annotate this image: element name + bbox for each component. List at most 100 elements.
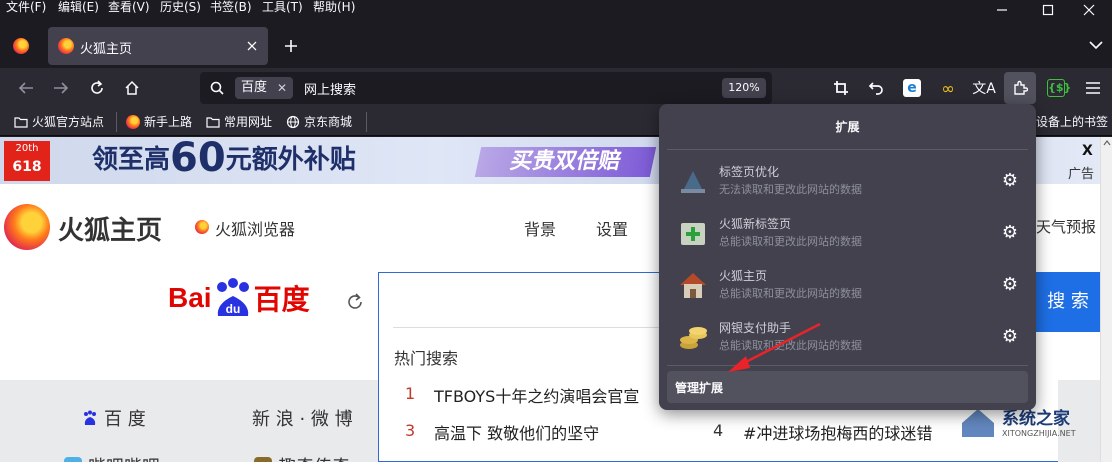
search-button[interactable]: 搜 索 bbox=[1036, 272, 1100, 332]
bookmark-label: 常用网址 bbox=[224, 115, 273, 129]
extension-permission: 无法读取和更改此网站的数据 bbox=[719, 183, 862, 196]
hot-item[interactable]: TFBOYS十年之约演唱会官宣 bbox=[434, 383, 639, 407]
screenshot-crop-button[interactable] bbox=[825, 72, 857, 104]
maximize-icon bbox=[1042, 4, 1054, 16]
ie-icon: e bbox=[903, 79, 921, 97]
gear-icon[interactable]: ⚙ bbox=[1000, 171, 1020, 191]
home-house-icon bbox=[677, 269, 709, 301]
extension-name: 标签页优化 bbox=[719, 165, 780, 179]
browser-link[interactable]: 火狐浏览器 bbox=[215, 216, 295, 240]
quick-link-sina[interactable]: 新 浪 · 微 博 bbox=[252, 405, 353, 431]
hot-search-title: 热门搜索 bbox=[394, 349, 459, 368]
extension-item[interactable]: 火狐主页 总能读取和更改此网站的数据 ⚙ bbox=[667, 259, 1028, 311]
bookmark-item[interactable]: 新手上路 bbox=[126, 113, 192, 131]
chevron-down-icon[interactable] bbox=[1089, 41, 1103, 50]
extension-name: 火狐主页 bbox=[719, 269, 768, 283]
search-engine-chip[interactable]: 百度 ✕ bbox=[235, 77, 293, 99]
puzzle-piece-icon bbox=[1014, 80, 1028, 95]
address-bar[interactable]: 百度 ✕ 网上搜索 120% bbox=[200, 72, 772, 104]
infinity-ext-button[interactable]: ∞ bbox=[932, 72, 964, 104]
firefox-favicon-icon bbox=[126, 115, 140, 129]
quick-link-bilibili[interactable]: 哔哩哔哩 bbox=[64, 453, 160, 462]
extension-name: 火狐新标签页 bbox=[719, 217, 792, 231]
back-button[interactable] bbox=[10, 72, 42, 104]
gear-icon[interactable]: ⚙ bbox=[1000, 275, 1020, 295]
extension-item[interactable]: 火狐新标签页 总能读取和更改此网站的数据 ⚙ bbox=[667, 207, 1028, 259]
menu-help[interactable]: 帮助(H) bbox=[313, 0, 355, 14]
ie-tab-button[interactable]: e bbox=[896, 72, 928, 104]
translate-button[interactable]: 文A bbox=[968, 72, 1000, 104]
headline-suffix: 元额外补贴 bbox=[225, 145, 356, 175]
crop-icon bbox=[834, 81, 848, 95]
bookmark-separator bbox=[116, 112, 117, 132]
reload-button[interactable] bbox=[81, 72, 113, 104]
forward-button[interactable] bbox=[45, 72, 77, 104]
bookmark-item[interactable]: 火狐官方站点 bbox=[14, 113, 104, 131]
extension-item[interactable]: 标签页优化 无法读取和更改此网站的数据 ⚙ bbox=[667, 155, 1028, 207]
extensions-button[interactable] bbox=[1004, 72, 1036, 104]
hot-rank: 1 bbox=[405, 384, 416, 403]
bookmark-item[interactable]: 京东商城 bbox=[286, 113, 352, 131]
menu-edit[interactable]: 编辑(E) bbox=[58, 0, 99, 14]
tab-strip: 火狐主页 bbox=[0, 20, 1112, 68]
bilibili-icon bbox=[64, 457, 82, 462]
undo-icon bbox=[868, 82, 883, 95]
menu-bar: 文件(F) 编辑(E) 查看(V) 历史(S) 书签(B) 工具(T) 帮助(H… bbox=[0, 0, 1112, 20]
bookmark-separator bbox=[366, 112, 367, 132]
close-icon bbox=[1083, 4, 1095, 16]
quick-link-game[interactable]: 趣奇传奇 bbox=[254, 453, 350, 462]
menu-view[interactable]: 查看(V) bbox=[108, 0, 150, 14]
app-menu-button[interactable] bbox=[1077, 72, 1109, 104]
menu-file[interactable]: 文件(F) bbox=[6, 0, 46, 14]
refresh-icon[interactable] bbox=[345, 292, 365, 312]
folder-icon bbox=[14, 117, 28, 128]
menu-history[interactable]: 历史(S) bbox=[160, 0, 201, 14]
new-tab-plus-icon[interactable] bbox=[284, 39, 298, 53]
maximize-button[interactable] bbox=[1025, 0, 1071, 20]
other-bookmarks[interactable]: 设备上的书签 bbox=[1036, 113, 1108, 131]
scroll-up-icon[interactable] bbox=[1103, 140, 1111, 146]
dollar-ext-button[interactable]: {$} bbox=[1040, 72, 1072, 104]
ad-close-button[interactable]: X bbox=[1082, 143, 1093, 159]
hot-rank: 3 bbox=[405, 421, 416, 440]
weather-link[interactable]: 天气预报 bbox=[1036, 216, 1096, 237]
undo-close-button[interactable] bbox=[860, 72, 892, 104]
tab-close-icon[interactable] bbox=[247, 41, 257, 51]
chip-close-icon[interactable]: ✕ bbox=[277, 77, 287, 99]
banner-headline: 领至高 60 元额外补贴 bbox=[92, 138, 356, 178]
gear-icon[interactable]: ⚙ bbox=[1000, 327, 1020, 347]
bookmark-item[interactable]: 常用网址 bbox=[206, 113, 272, 131]
hot-item[interactable]: #冲进球场抱梅西的球迷错 bbox=[743, 420, 932, 444]
nav-settings-link[interactable]: 设置 bbox=[596, 216, 628, 240]
baidu-logo-text: 百度 bbox=[253, 283, 310, 316]
home-button[interactable] bbox=[116, 72, 148, 104]
manage-extensions-label: 管理扩展 bbox=[675, 381, 724, 395]
site-logo-text[interactable]: 火狐主页 bbox=[58, 210, 162, 247]
quick-link-label: 趣奇传奇 bbox=[278, 453, 350, 462]
zoom-reset-button[interactable]: 120% bbox=[722, 78, 766, 98]
baidu-logo[interactable]: Bai du 百度 bbox=[168, 278, 310, 318]
headline-number: 60 bbox=[170, 137, 226, 181]
url-placeholder: 网上搜索 bbox=[304, 83, 357, 98]
page-scrollbar[interactable] bbox=[1100, 137, 1112, 462]
close-window-button[interactable] bbox=[1066, 0, 1112, 20]
anniversary-badge: 20th 618 bbox=[4, 141, 50, 181]
tab-title: 火狐主页 bbox=[80, 42, 133, 57]
translate-icon: 文A bbox=[972, 81, 996, 97]
quick-link-label: 哔哩哔哩 bbox=[88, 453, 160, 462]
baidu-bai-text: Bai bbox=[168, 282, 212, 313]
quick-link-baidu[interactable]: 百 度 bbox=[82, 405, 146, 431]
menu-bookmarks[interactable]: 书签(B) bbox=[210, 0, 252, 14]
home-icon bbox=[125, 80, 139, 95]
tab-active[interactable]: 火狐主页 bbox=[48, 27, 268, 65]
firefox-menu-icon[interactable] bbox=[13, 38, 29, 54]
ad-label: 广告 bbox=[1068, 167, 1095, 182]
hot-item[interactable]: 高温下 致敬他们的坚守 bbox=[434, 420, 599, 444]
game-icon bbox=[254, 457, 272, 462]
minimize-button[interactable] bbox=[979, 0, 1025, 20]
nav-background-link[interactable]: 背景 bbox=[524, 216, 556, 240]
watermark-url: XITONGZHIJIA.NET bbox=[1002, 429, 1076, 438]
menu-tools[interactable]: 工具(T) bbox=[262, 0, 303, 14]
gear-icon[interactable]: ⚙ bbox=[1000, 223, 1020, 243]
navigation-toolbar: 百度 ✕ 网上搜索 120% e ∞ 文A {$} bbox=[0, 68, 1112, 108]
